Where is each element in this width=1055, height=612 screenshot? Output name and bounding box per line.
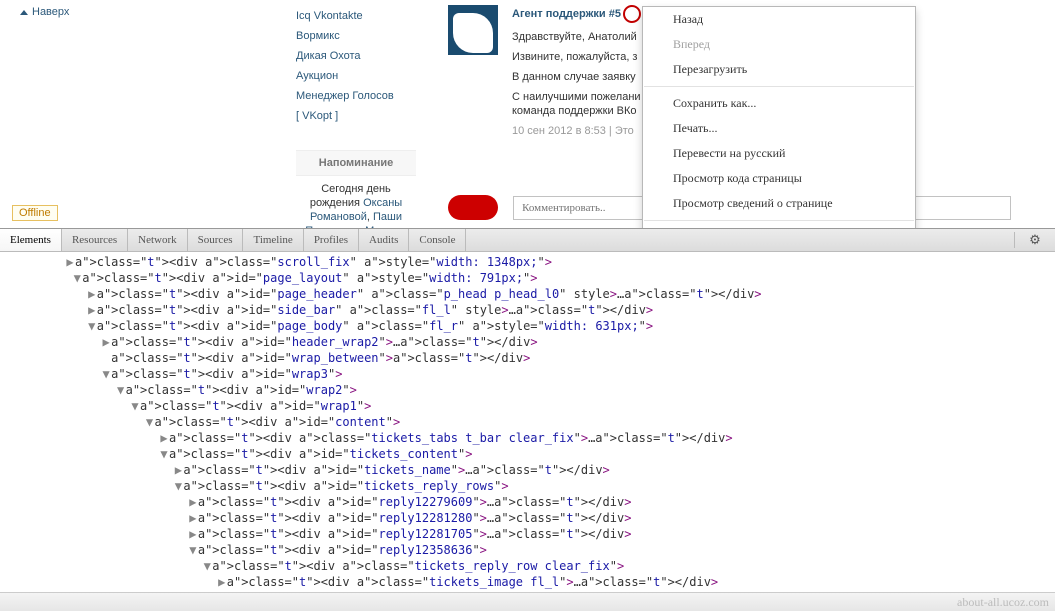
reminder-body: Сегодня день рождения Оксаны Романовой, … (296, 176, 416, 228)
reminder-today: Сегодня (321, 183, 366, 195)
tab-profiles[interactable]: Profiles (304, 229, 359, 251)
ctx-forward: Вперед (643, 32, 915, 57)
message-author-id: #5 (609, 8, 621, 20)
reminder-box: Напоминание Сегодня день рождения Оксаны… (296, 150, 416, 228)
ctx-saveas[interactable]: Сохранить как... (643, 91, 915, 116)
ctx-viewsource[interactable]: Просмотр кода страницы (643, 166, 915, 191)
tab-audits[interactable]: Audits (359, 229, 409, 251)
side-item[interactable]: Вормикс (296, 26, 436, 46)
side-item[interactable]: Аукцион (296, 66, 436, 86)
tab-resources[interactable]: Resources (62, 229, 128, 251)
status-badge: Offline (12, 205, 58, 221)
context-menu: Назад Вперед Перезагрузить Сохранить как… (642, 6, 916, 228)
reminder-name[interactable]: Марины (365, 225, 407, 228)
side-item[interactable]: Менеджер Голосов (296, 86, 436, 106)
devtools: Elements Resources Network Sources Timel… (0, 228, 1055, 611)
chevron-up-icon (20, 10, 28, 15)
gear-icon[interactable]: ⚙ (1014, 232, 1055, 248)
ctx-clearly[interactable]: aClearly (643, 225, 915, 228)
ctx-back[interactable]: Назад (643, 7, 915, 32)
scroll-top-label: Наверх (32, 6, 69, 18)
tab-sources[interactable]: Sources (188, 229, 244, 251)
side-item[interactable]: Icq Vkontakte (296, 6, 436, 26)
red-marker (448, 195, 498, 220)
reminder-title: Напоминание (296, 150, 416, 176)
tab-elements[interactable]: Elements (0, 229, 62, 251)
ctx-separator (644, 86, 914, 87)
dom-tree[interactable]: ▶a">class="t"><div a">class="scroll_fix"… (0, 252, 1055, 592)
scroll-top-link[interactable]: Наверх (20, 6, 69, 18)
devtools-tabs: Elements Resources Network Sources Timel… (0, 229, 1055, 252)
devtools-status-bar (0, 592, 1055, 611)
ctx-translate[interactable]: Перевести на русский (643, 141, 915, 166)
tab-console[interactable]: Console (409, 229, 466, 251)
side-menu: Icq Vkontakte Вормикс Дикая Охота Аукцио… (296, 6, 436, 126)
ctx-pageinfo[interactable]: Просмотр сведений о странице (643, 191, 915, 216)
side-item[interactable]: Дикая Охота (296, 46, 436, 66)
ctx-print[interactable]: Печать... (643, 116, 915, 141)
avatar[interactable] (448, 5, 498, 55)
message-author[interactable]: Агент поддержки (512, 8, 609, 20)
ctx-reload[interactable]: Перезагрузить (643, 57, 915, 82)
side-item[interactable]: [ VKopt ] (296, 106, 436, 126)
tab-timeline[interactable]: Timeline (243, 229, 303, 251)
ctx-separator (644, 220, 914, 221)
tab-network[interactable]: Network (128, 229, 188, 251)
red-circle-marker (623, 5, 641, 23)
